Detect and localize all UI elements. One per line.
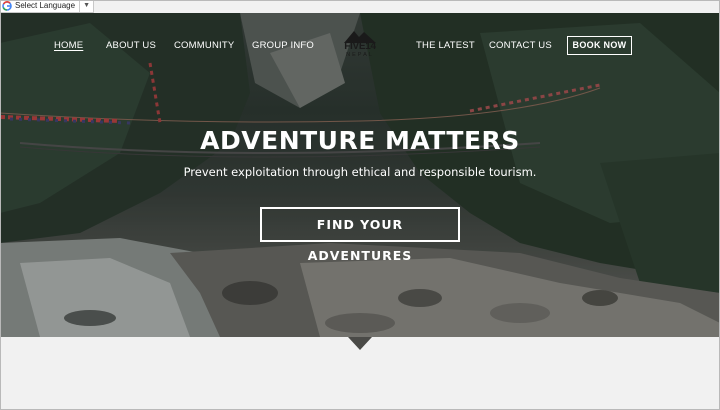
- nav-community[interactable]: COMMUNITY: [174, 40, 234, 51]
- dropdown-arrow-icon[interactable]: ▼: [79, 0, 90, 12]
- translate-label: Select Language: [15, 1, 76, 10]
- main-nav: HOME ABOUT US COMMUNITY GROUP INFO FIVE1…: [0, 13, 720, 77]
- translate-widget[interactable]: Select Language ▼: [0, 0, 94, 13]
- hero-subtitle: Prevent exploitation through ethical and…: [183, 165, 537, 179]
- find-adventures-button[interactable]: FIND YOUR ADVENTURES: [260, 207, 460, 263]
- site-logo[interactable]: FIVE14 NEPAL: [342, 29, 378, 61]
- nav-home[interactable]: HOME: [54, 40, 83, 51]
- nav-the-latest[interactable]: THE LATEST: [416, 40, 475, 51]
- book-now-button[interactable]: BOOK NOW: [567, 36, 632, 55]
- nav-about-us[interactable]: ABOUT US: [106, 40, 156, 51]
- nav-contact-us[interactable]: CONTACT US: [489, 40, 552, 51]
- hero-title: ADVENTURE MATTERS: [200, 126, 520, 155]
- nav-group-info[interactable]: GROUP INFO: [252, 40, 314, 51]
- section-pointer: [348, 337, 372, 350]
- logo-subtext: NEPAL: [346, 52, 374, 58]
- page: Select Language ▼ HOME ABOUT US COMMUNIT…: [0, 0, 720, 410]
- google-icon: [2, 1, 12, 11]
- logo-text: FIVE14: [344, 41, 376, 52]
